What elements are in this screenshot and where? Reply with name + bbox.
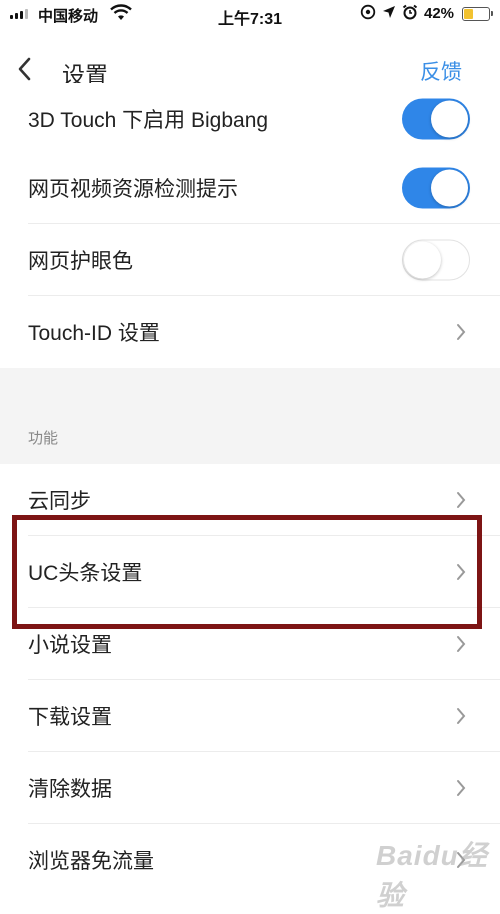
chevron-right-icon [457,708,466,724]
video-detect-toggle[interactable] [402,167,470,209]
setting-label: Touch-ID 设置 [28,322,160,345]
setting-row-clear-data[interactable]: 清除数据 [0,752,500,824]
setting-label: 小说设置 [28,634,112,657]
location-arrow-icon [383,6,395,18]
setting-label: 下载设置 [28,706,112,729]
status-bar: 中国移动 上午7:31 42% [0,0,500,28]
setting-row-bigbang[interactable]: 3D Touch 下启用 Bigbang [0,83,500,155]
chevron-right-icon [457,492,466,508]
alarm-icon [402,4,418,20]
setting-row-touch-id[interactable]: Touch-ID 设置 [0,296,500,368]
highlight-annotation-box [12,515,482,629]
status-icons [360,4,418,20]
eye-care-toggle[interactable] [402,239,470,281]
battery-icon [462,7,493,21]
setting-label: 浏览器免流量 [28,850,154,873]
chevron-right-icon [457,636,466,652]
bigbang-toggle[interactable] [402,98,470,140]
at-icon [360,4,376,20]
setting-label: 网页护眼色 [28,250,133,273]
section-header: 功能 [0,368,500,464]
setting-row-download[interactable]: 下载设置 [0,680,500,752]
chevron-right-icon [457,324,466,340]
chevron-right-icon [457,780,466,796]
watermark-logo: Baidu经验 [376,840,488,911]
setting-row-video-detect[interactable]: 网页视频资源检测提示 [0,152,500,224]
section-title: 功能 [28,430,59,447]
setting-label: 清除数据 [28,778,112,801]
feedback-button[interactable]: 反馈 [420,56,462,86]
setting-label: 云同步 [28,490,91,513]
battery-percent: 42% [424,5,455,22]
back-chevron-icon[interactable] [12,54,40,84]
setting-label: 网页视频资源检测提示 [28,178,238,201]
setting-label: 3D Touch 下启用 Bigbang [28,109,269,132]
setting-row-eye-care[interactable]: 网页护眼色 [0,224,500,296]
